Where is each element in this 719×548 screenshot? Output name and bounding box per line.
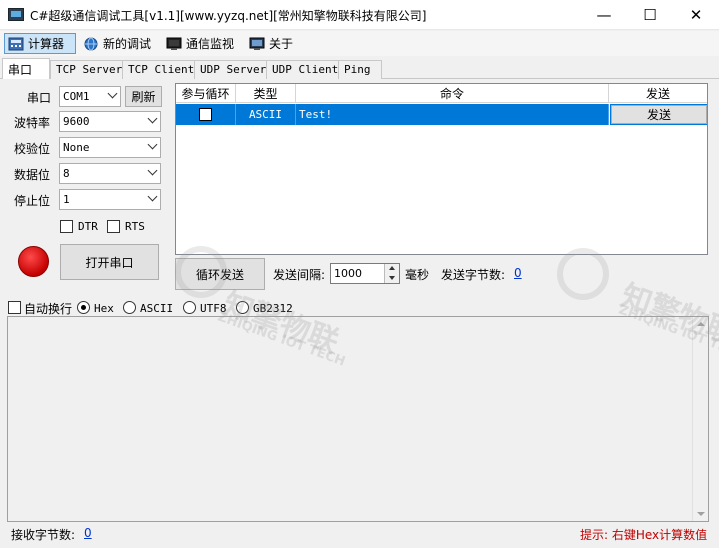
watermark-logo-icon xyxy=(557,248,609,300)
new-debug-button[interactable]: 新的调试 xyxy=(80,33,160,54)
utf8-label: UTF8 xyxy=(200,302,227,315)
close-button[interactable]: ✕ xyxy=(673,0,719,30)
stepper-buttons[interactable] xyxy=(384,264,399,283)
grid-header-send: 发送 xyxy=(609,84,707,103)
auto-wrap-label: 自动换行 xyxy=(24,302,73,316)
chevron-down-icon xyxy=(147,165,158,176)
app-icon xyxy=(8,8,24,21)
send-bytes-value[interactable]: 0 xyxy=(514,266,522,280)
receive-bytes-label: 接收字节数: xyxy=(11,528,76,542)
ascii-label: ASCII xyxy=(140,302,174,315)
send-cell: 发送 xyxy=(610,104,707,125)
port-select[interactable]: COM1 xyxy=(59,86,121,107)
info-monitor-icon xyxy=(249,37,265,51)
port-value: COM1 xyxy=(63,90,90,103)
port-label: 串口 xyxy=(27,91,52,105)
grid-header-loop: 参与循环 xyxy=(176,84,236,103)
dtr-checkbox[interactable] xyxy=(60,220,73,233)
grid-header-command: 命令 xyxy=(296,84,609,103)
auto-wrap-checkbox[interactable] xyxy=(8,301,21,314)
parity-value: None xyxy=(63,141,90,154)
utf8-radio[interactable] xyxy=(183,301,196,314)
monitor-icon xyxy=(166,37,182,51)
chevron-down-icon xyxy=(147,191,158,202)
receive-textarea[interactable] xyxy=(7,316,709,522)
chevron-down-icon xyxy=(107,88,118,99)
hint-text: 提示: 右键Hex计算数值 xyxy=(580,528,708,542)
command-cell[interactable]: Test! xyxy=(296,104,609,125)
interval-unit: 毫秒 xyxy=(405,268,430,282)
vertical-scrollbar[interactable] xyxy=(692,317,708,521)
databits-label: 数据位 xyxy=(14,168,51,182)
toolbar: 计算器 新的调试 通信监视 关于 xyxy=(0,31,719,56)
refresh-button[interactable]: 刷新 xyxy=(125,86,162,107)
stepper-down-icon[interactable] xyxy=(389,276,395,280)
menu-label: 计算器 xyxy=(28,37,65,51)
gb2312-radio[interactable] xyxy=(236,301,249,314)
stopbits-select[interactable]: 1 xyxy=(59,189,161,210)
baud-select[interactable]: 9600 xyxy=(59,111,161,132)
parity-select[interactable]: None xyxy=(59,137,161,158)
chevron-down-icon xyxy=(147,113,158,124)
rts-checkbox[interactable] xyxy=(107,220,120,233)
title-bar: C#超级通信调试工具[v1.1][www.yyzq.net][常州知擎物联科技有… xyxy=(0,0,719,30)
tab-udp-client[interactable]: UDP Client xyxy=(266,60,339,79)
databits-select[interactable]: 8 xyxy=(59,163,161,184)
maximize-button[interactable]: ☐ xyxy=(627,0,673,30)
globe-icon xyxy=(83,37,99,51)
tab-tcp-client[interactable]: TCP Client xyxy=(122,60,195,79)
open-port-button[interactable]: 打开串口 xyxy=(60,244,159,280)
scroll-down-icon[interactable] xyxy=(697,512,705,516)
gb2312-label: GB2312 xyxy=(253,302,293,315)
command-grid: 参与循环 类型 命令 发送 ASCII Test! 发送 xyxy=(175,83,708,255)
tab-serial[interactable]: 串口 xyxy=(2,58,50,79)
parity-label: 校验位 xyxy=(14,142,51,156)
menu-label: 通信监视 xyxy=(186,37,235,51)
ascii-radio[interactable] xyxy=(123,301,136,314)
databits-value: 8 xyxy=(63,167,70,180)
receive-bytes-value[interactable]: 0 xyxy=(84,526,92,540)
watermark-logo-icon xyxy=(175,246,227,298)
tab-ping[interactable]: Ping xyxy=(338,60,382,79)
baud-label: 波特率 xyxy=(14,116,51,130)
chevron-down-icon xyxy=(147,139,158,150)
stopbits-label: 停止位 xyxy=(14,194,51,208)
interval-value: 1000 xyxy=(334,267,362,280)
type-cell[interactable]: ASCII xyxy=(236,104,296,125)
window-title: C#超级通信调试工具[v1.1][www.yyzq.net][常州知擎物联科技有… xyxy=(30,9,427,23)
loop-cell xyxy=(176,104,236,125)
hex-label: Hex xyxy=(94,302,114,315)
minimize-button[interactable]: — xyxy=(581,0,627,30)
grid-header-type: 类型 xyxy=(236,84,296,103)
port-status-indicator xyxy=(18,246,49,277)
about-button[interactable]: 关于 xyxy=(246,33,300,54)
rts-label: RTS xyxy=(125,220,145,233)
interval-label: 发送间隔: xyxy=(273,268,326,282)
tab-udp-server[interactable]: UDP Server xyxy=(194,60,267,79)
comm-monitor-button[interactable]: 通信监视 xyxy=(163,33,243,54)
stopbits-value: 1 xyxy=(63,193,70,206)
stepper-up-icon[interactable] xyxy=(389,266,395,270)
interval-stepper[interactable]: 1000 xyxy=(330,263,400,284)
tab-tcp-server[interactable]: TCP Server xyxy=(50,60,123,79)
row-send-button[interactable]: 发送 xyxy=(611,105,707,124)
calculator-button[interactable]: 计算器 xyxy=(4,33,76,54)
hex-radio[interactable] xyxy=(77,301,90,314)
dtr-label: DTR xyxy=(78,220,98,233)
send-bytes-label: 发送字节数: xyxy=(441,268,506,282)
menu-label: 新的调试 xyxy=(103,37,152,51)
scroll-up-icon[interactable] xyxy=(697,322,705,326)
calculator-icon xyxy=(8,37,24,51)
loop-checkbox[interactable] xyxy=(199,108,212,121)
baud-value: 9600 xyxy=(63,115,90,128)
menu-label: 关于 xyxy=(269,37,294,51)
